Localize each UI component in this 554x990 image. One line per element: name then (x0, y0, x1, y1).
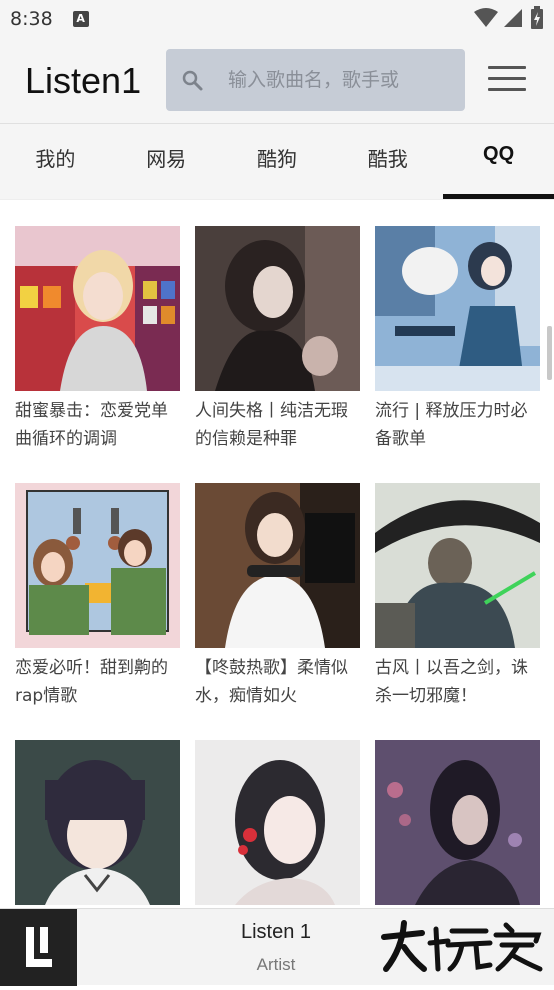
status-time: 8:38 (10, 8, 53, 30)
tab-qq[interactable]: QQ (443, 124, 554, 199)
playlist-cover (195, 740, 360, 905)
track-artist: Artist (256, 955, 296, 974)
tab-mine[interactable]: 我的 (0, 124, 111, 199)
playlist-card[interactable]: 【咚鼓热歌】柔情似水，痴情如火 (195, 483, 360, 710)
playlist-cover (15, 483, 180, 648)
playlist-card[interactable]: 人间失格丨纯洁无瑕的信赖是种罪 (195, 226, 360, 453)
playlist-title: 流行 | 释放压力时必备歌单 (375, 401, 528, 449)
playlist-cover (375, 740, 540, 905)
playlist-cover (375, 483, 540, 648)
signal-icon (504, 9, 522, 27)
playlist-card[interactable]: 古风丨以吾之剑，诛杀一切邪魔！ (375, 483, 540, 710)
tab-kuwo[interactable]: 酷我 (332, 124, 443, 199)
menu-icon[interactable] (488, 66, 526, 94)
scrollbar[interactable] (547, 326, 552, 380)
search-icon (182, 70, 203, 91)
playlist-card[interactable]: 流行 | 释放压力时必备歌单 (375, 226, 540, 453)
notification-icon: A (72, 11, 89, 27)
source-tabs: 我的 网易 酷狗 酷我 QQ (0, 124, 554, 200)
playlist-title: 恋爱必听！甜到齁的rap情歌 (15, 658, 168, 706)
app-title: Listen1 (25, 60, 142, 101)
playlist-cover (15, 740, 180, 905)
tab-netease[interactable]: 网易 (111, 124, 222, 199)
playlist-cover (375, 226, 540, 391)
search-box[interactable] (166, 49, 465, 111)
tab-kugou[interactable]: 酷狗 (222, 124, 333, 199)
listen1-logo-icon[interactable] (0, 909, 77, 986)
status-bar: 8:38 A (0, 0, 554, 38)
playlist-cover (195, 483, 360, 648)
track-title: Listen 1 (240, 921, 312, 943)
wifi-icon (474, 8, 498, 27)
playlist-title: 甜蜜暴击：恋爱党单曲循环的调调 (15, 401, 168, 449)
watermark-logo (381, 920, 543, 972)
status-icons (474, 6, 544, 30)
battery-icon (531, 6, 543, 29)
playlist-title: 人间失格丨纯洁无瑕的信赖是种罪 (195, 401, 348, 449)
now-playing-bar[interactable]: Listen 1 Artist (0, 908, 554, 986)
playlist-cover (15, 226, 180, 391)
search-input[interactable] (228, 69, 448, 91)
playlist-card[interactable]: 恋爱必听！甜到齁的rap情歌 (15, 483, 180, 710)
playlist-cover (195, 226, 360, 391)
app-bar: Listen1 (0, 38, 554, 124)
playlist-title: 古风丨以吾之剑，诛杀一切邪魔！ (375, 658, 528, 706)
playlist-card[interactable]: 甜蜜暴击：恋爱党单曲循环的调调 (15, 226, 180, 453)
playlist-title: 【咚鼓热歌】柔情似水，痴情如火 (195, 658, 348, 706)
